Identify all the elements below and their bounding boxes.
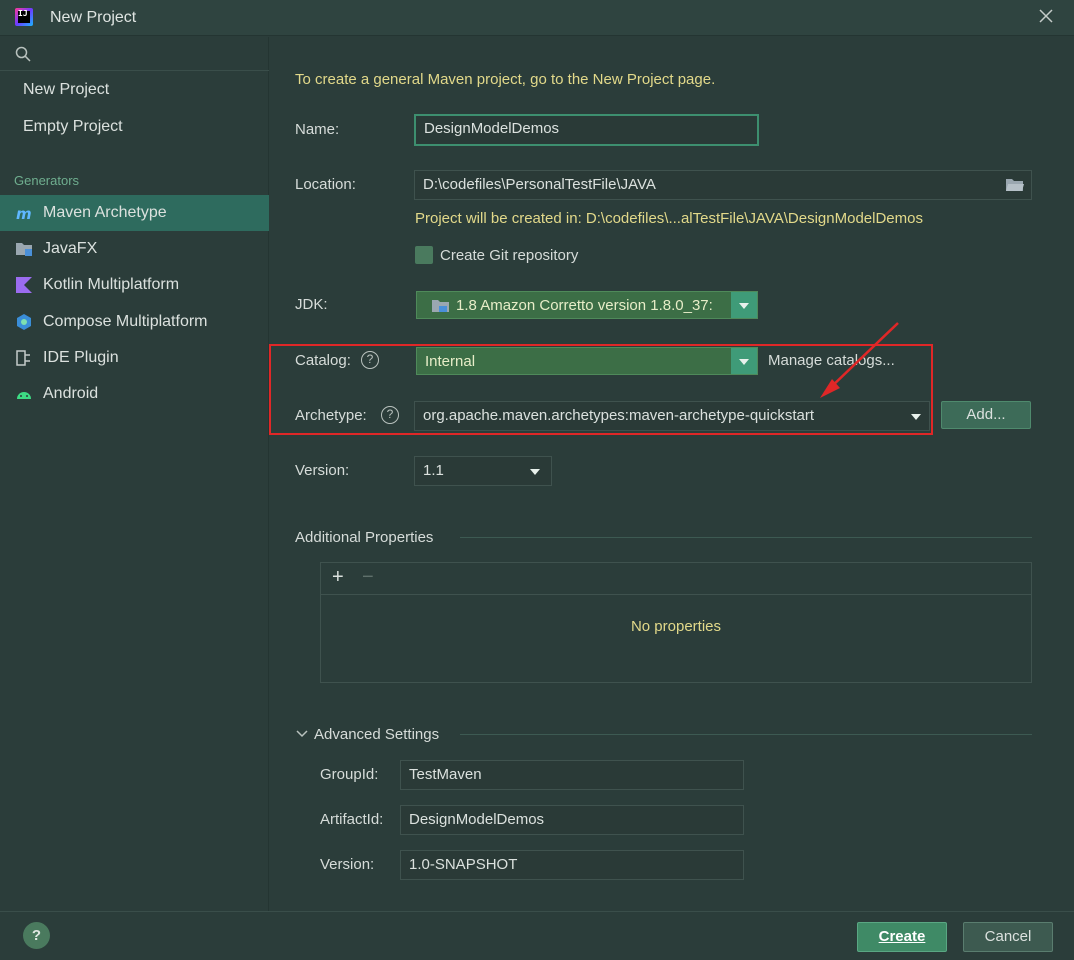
create-button[interactable]: Create <box>857 922 947 952</box>
properties-toolbar: + − <box>321 563 1031 595</box>
folder-icon[interactable] <box>1005 177 1025 193</box>
groupid-label: GroupId: <box>320 766 379 783</box>
archetype-dropdown[interactable]: org.apache.maven.archetypes:maven-archet… <box>414 401 930 431</box>
generator-label: IDE Plugin <box>43 349 119 366</box>
search-icon[interactable] <box>14 45 32 63</box>
version-label: Version: <box>295 462 350 479</box>
jdk-dropdown-arrow[interactable] <box>731 292 757 318</box>
plugin-icon <box>16 350 30 366</box>
manage-catalogs-link[interactable]: Manage catalogs... <box>768 352 895 369</box>
svg-text:m: m <box>16 205 32 222</box>
section-divider <box>460 537 1032 538</box>
cancel-button[interactable]: Cancel <box>963 922 1053 952</box>
archetype-label: Archetype: <box>295 407 367 424</box>
sidebar: New Project Empty Project Generators m M… <box>0 37 269 911</box>
location-info: Project will be created in: D:\codefiles… <box>415 210 923 227</box>
add-archetype-button[interactable]: Add... <box>941 401 1031 429</box>
catalog-label: Catalog: <box>295 352 351 369</box>
chevron-down-icon <box>739 303 749 309</box>
chevron-down-icon <box>530 469 540 475</box>
name-label: Name: <box>295 121 340 138</box>
jdk-folder-icon <box>432 300 449 312</box>
catalog-dropdown-arrow[interactable] <box>731 348 757 374</box>
artifactid-label: ArtifactId: <box>320 811 384 828</box>
generator-compose-multiplatform[interactable]: Compose Multiplatform <box>0 304 269 340</box>
version-dropdown[interactable]: 1.1 <box>414 456 552 486</box>
git-checkbox-label[interactable]: Create Git repository <box>440 247 578 264</box>
artifactid-input[interactable]: DesignModelDemos <box>400 805 744 835</box>
generator-javafx[interactable]: JavaFX <box>0 231 269 267</box>
compose-icon <box>17 314 31 330</box>
generators-heading: Generators <box>14 173 80 188</box>
section-divider <box>460 734 1032 735</box>
location-value: D:\codefiles\PersonalTestFile\JAVA <box>423 176 656 193</box>
sidebar-item-new-project[interactable]: New Project <box>0 73 269 107</box>
additional-properties-title: Additional Properties <box>295 529 434 546</box>
name-input[interactable]: DesignModelDemos <box>414 114 759 146</box>
sidebar-search[interactable] <box>0 37 269 71</box>
generator-label: Compose Multiplatform <box>43 313 208 330</box>
android-icon <box>17 392 31 399</box>
generator-label: Maven Archetype <box>43 204 167 221</box>
catalog-dropdown[interactable]: Internal <box>416 347 758 375</box>
git-checkbox[interactable] <box>415 246 433 264</box>
generator-android[interactable]: Android <box>0 376 269 412</box>
empty-properties-text: No properties <box>630 618 722 635</box>
generator-maven-archetype[interactable]: m Maven Archetype <box>0 195 269 231</box>
archetype-value: org.apache.maven.archetypes:maven-archet… <box>423 407 815 424</box>
version-value: 1.1 <box>423 462 444 479</box>
groupid-input[interactable]: TestMaven <box>400 760 744 790</box>
generator-label: JavaFX <box>43 240 98 257</box>
close-icon[interactable] <box>1036 6 1056 26</box>
catalog-help-icon[interactable]: ? <box>361 351 379 369</box>
remove-property-icon: − <box>362 566 374 588</box>
generator-label: Kotlin Multiplatform <box>43 276 180 293</box>
advanced-version-input[interactable]: 1.0-SNAPSHOT <box>400 850 744 880</box>
main-panel: To create a general Maven project, go to… <box>270 37 1074 911</box>
javafx-icon <box>16 243 32 256</box>
jdk-dropdown[interactable]: 1.8 Amazon Corretto version 1.8.0_37: <box>416 291 758 319</box>
sidebar-item-empty-project[interactable]: Empty Project <box>0 110 269 144</box>
title-bar: IJ New Project <box>0 0 1074 36</box>
maven-hint-link[interactable]: To create a general Maven project, go to… <box>295 71 715 88</box>
jdk-label: JDK: <box>295 296 328 313</box>
location-label: Location: <box>295 176 356 193</box>
properties-table: + − No properties <box>320 562 1032 683</box>
app-icon-glyph: IJ <box>18 9 28 18</box>
add-property-icon[interactable]: + <box>332 566 344 589</box>
catalog-value: Internal <box>425 353 476 370</box>
archetype-help-icon[interactable]: ? <box>381 406 399 424</box>
advanced-version-label: Version: <box>320 856 375 873</box>
generator-kotlin-multiplatform[interactable]: Kotlin Multiplatform <box>0 267 269 303</box>
generator-ide-plugin[interactable]: IDE Plugin <box>0 340 269 376</box>
chevron-down-icon[interactable] <box>296 729 308 739</box>
maven-icon: m <box>16 205 32 222</box>
advanced-settings-title[interactable]: Advanced Settings <box>314 726 439 743</box>
chevron-down-icon <box>739 359 749 365</box>
window-title: New Project <box>50 9 137 26</box>
generator-label: Android <box>43 385 99 402</box>
location-input[interactable]: D:\codefiles\PersonalTestFile\JAVA <box>414 170 1032 200</box>
jdk-value: 1.8 Amazon Corretto version 1.8.0_37: <box>456 297 713 314</box>
dialog-footer: ? Create Cancel <box>0 911 1074 960</box>
chevron-down-icon <box>911 414 921 420</box>
help-button[interactable]: ? <box>23 922 50 949</box>
kotlin-icon <box>16 277 32 293</box>
